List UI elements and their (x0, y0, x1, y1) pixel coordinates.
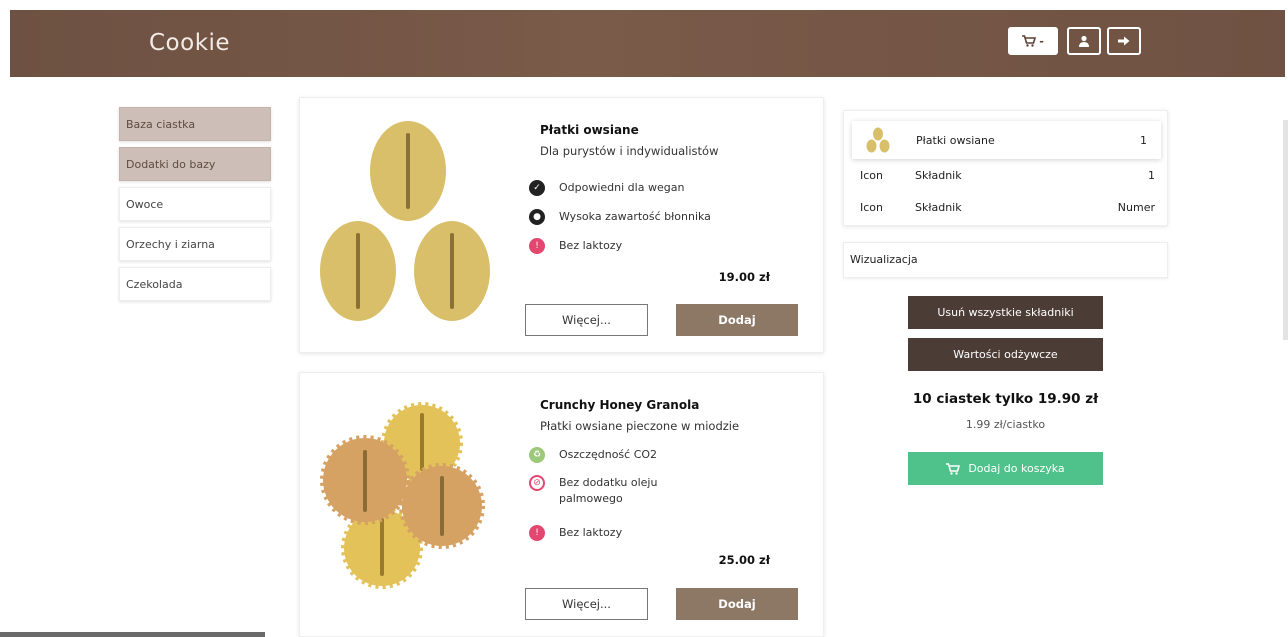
summary-row: Icon Składnik 1 (860, 169, 1155, 182)
feature-item: ⊘ Bez dodatku oleju palmowego (529, 475, 709, 507)
sidebar-item-label: Orzechy i ziarna (126, 238, 215, 251)
add-button[interactable]: Dodaj (676, 304, 798, 336)
brand-logo[interactable]: Cookie (149, 30, 230, 56)
granola-image (320, 402, 485, 589)
product-price: 19.00 zł (718, 270, 770, 284)
add-to-cart-label: Dodaj do koszyka (968, 462, 1065, 475)
summary-row: Icon Składnik Numer (860, 201, 1155, 214)
feature-label: Wysoka zawartość błonnika (559, 210, 711, 223)
cart-button[interactable]: - (1008, 27, 1058, 55)
product-name: Crunchy Honey Granola (540, 398, 700, 412)
product-description: Płatki owsiane pieczone w miodzie (540, 419, 740, 433)
more-button[interactable]: Więcej... (525, 304, 648, 336)
add-to-cart-button[interactable]: Dodaj do koszyka (908, 452, 1103, 485)
promo-text: 10 ciastek tylko 19.90 zł (912, 391, 1099, 407)
user-button[interactable] (1067, 27, 1101, 55)
sidebar-item-base[interactable]: Baza ciastka (119, 107, 271, 141)
fiber-icon: ● (529, 209, 545, 225)
feature-label: Odpowiedni dla wegan (559, 181, 685, 194)
summary-row-qty: 1 (1148, 169, 1155, 182)
visualization-panel[interactable]: Wizualizacja (843, 242, 1168, 278)
feature-label: Oszczędność CO2 (559, 448, 658, 461)
oat-flakes-image (320, 121, 490, 321)
more-button[interactable]: Więcej... (525, 588, 648, 620)
summary-item-name: Płatki owsiane (916, 133, 995, 147)
no-lactose-icon: ! (529, 238, 545, 254)
summary-row-name: Składnik (915, 201, 962, 214)
oat-flakes-icon (866, 127, 890, 153)
category-sidebar: Baza ciastka Dodatki do bazy Owoce Orzec… (119, 107, 271, 307)
no-palm-oil-icon: ⊘ (529, 475, 545, 491)
feature-item: ! Bez laktozy (529, 525, 799, 541)
sidebar-item-label: Czekolada (126, 278, 183, 291)
summary-row-qty: Numer (1117, 201, 1155, 214)
logout-icon (1118, 36, 1130, 46)
product-card: Płatki owsiane Dla purystów i indywidual… (299, 97, 824, 353)
sidebar-item-fruits[interactable]: Owoce (119, 187, 271, 221)
product-price: 25.00 zł (718, 553, 770, 567)
co2-icon: ♻ (529, 447, 545, 463)
feature-label: Bez laktozy (559, 239, 623, 252)
cart-icon (946, 462, 961, 475)
summary-item-qty: 1 (1140, 133, 1147, 147)
promo-unit-price: 1.99 zł/ciastko (965, 418, 1046, 431)
product-description: Dla purystów i indywidualistów (540, 144, 719, 158)
vegan-icon: ✓ (529, 180, 545, 196)
sidebar-item-chocolate[interactable]: Czekolada (119, 267, 271, 301)
feature-item: ♻ Oszczędność CO2 (529, 447, 799, 463)
user-icon (1079, 35, 1089, 47)
product-card: Crunchy Honey Granola Płatki owsiane pie… (299, 372, 824, 637)
nutrition-button[interactable]: Wartości odżywcze (908, 338, 1103, 371)
sidebar-item-base-addons[interactable]: Dodatki do bazy (119, 147, 271, 181)
horizontal-scrollbar[interactable] (0, 632, 265, 637)
summary-row-name: Składnik (915, 169, 962, 182)
no-lactose-icon: ! (529, 525, 545, 541)
summary-item[interactable]: Płatki owsiane 1 (852, 121, 1161, 159)
vertical-scrollbar[interactable] (1283, 120, 1288, 340)
cart-icon (1022, 35, 1037, 47)
feature-label: Bez laktozy (559, 526, 623, 539)
product-name: Płatki owsiane (540, 123, 639, 137)
navbar: Cookie - (10, 10, 1285, 77)
sidebar-item-label: Dodatki do bazy (126, 158, 216, 171)
summary-row-icon: Icon (860, 169, 883, 182)
feature-item: ! Bez laktozy (529, 238, 799, 254)
logout-button[interactable] (1107, 27, 1141, 55)
feature-item: ● Wysoka zawartość błonnika (529, 209, 799, 225)
sidebar-item-label: Baza ciastka (126, 118, 196, 131)
feature-item: ✓ Odpowiedni dla wegan (529, 180, 799, 196)
summary-row-icon: Icon (860, 201, 883, 214)
ingredient-summary: Płatki owsiane 1 Icon Składnik 1 Icon Sk… (843, 110, 1168, 226)
cart-count: - (1039, 34, 1044, 48)
sidebar-item-label: Owoce (126, 198, 164, 211)
sidebar-item-nuts-seeds[interactable]: Orzechy i ziarna (119, 227, 271, 261)
feature-label: Bez dodatku oleju palmowego (559, 476, 658, 505)
remove-all-button[interactable]: Usuń wszystkie składniki (908, 296, 1103, 329)
add-button[interactable]: Dodaj (676, 588, 798, 620)
